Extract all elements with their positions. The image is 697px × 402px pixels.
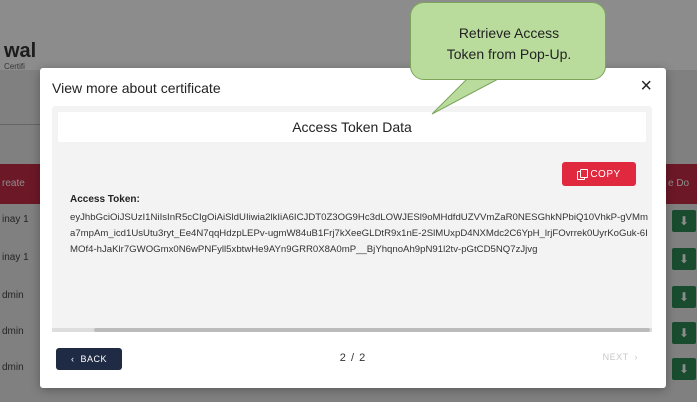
copy-button[interactable]: COPY bbox=[562, 162, 636, 186]
copy-icon bbox=[577, 169, 589, 180]
token-label: Access Token: bbox=[70, 194, 140, 205]
panel-title: Access Token Data bbox=[58, 112, 646, 142]
close-icon[interactable]: × bbox=[640, 76, 652, 96]
callout-line-2: Token from Pop-Up. bbox=[446, 46, 572, 62]
certificate-modal: View more about certificate × Access Tok… bbox=[40, 68, 666, 388]
access-token-panel: Access Token Data COPY Access Token: eyJ… bbox=[52, 106, 652, 332]
annotation-callout: Retrieve Access Token from Pop-Up. bbox=[410, 2, 606, 80]
callout-text: Retrieve Access Token from Pop-Up. bbox=[411, 23, 607, 65]
chevron-right-icon: › bbox=[631, 352, 638, 362]
scrollbar-thumb[interactable] bbox=[94, 328, 650, 332]
next-button[interactable]: NEXT › bbox=[603, 352, 638, 362]
copy-button-label: COPY bbox=[590, 168, 621, 180]
callout-line-1: Retrieve Access bbox=[458, 25, 560, 41]
page-indicator: 2 / 2 bbox=[339, 352, 367, 364]
horizontal-scrollbar[interactable] bbox=[52, 328, 652, 332]
token-value[interactable]: eyJhbGciOiJSUzI1NiIsInR5cCIgOiAiSldUIiwi… bbox=[70, 210, 650, 258]
modal-title: View more about certificate bbox=[52, 80, 221, 96]
next-button-label: NEXT bbox=[602, 352, 629, 362]
